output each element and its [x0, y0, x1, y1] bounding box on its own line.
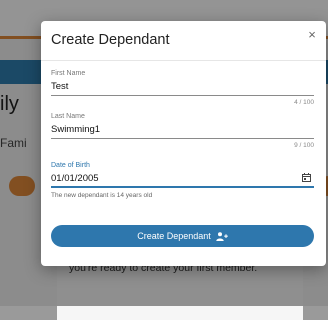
last-name-input[interactable] — [51, 122, 314, 139]
last-name-label: Last Name — [51, 113, 85, 120]
date-of-birth-field: Date of Birth — [51, 161, 314, 188]
last-name-counter: 9 / 100 — [294, 142, 314, 149]
create-dependant-button[interactable]: Create Dependant — [51, 225, 314, 247]
create-dependant-dialog: Create Dependant × First Name 4 / 100 La… — [41, 21, 326, 266]
first-name-input[interactable] — [51, 79, 314, 96]
first-name-counter: 4 / 100 — [294, 99, 314, 106]
date-of-birth-input[interactable] — [51, 171, 314, 188]
close-icon[interactable]: × — [305, 28, 319, 42]
calendar-icon[interactable] — [302, 173, 311, 182]
age-hint: The new dependant is 14 years old — [51, 192, 153, 199]
create-dependant-label: Create Dependant — [137, 231, 211, 241]
dialog-title: Create Dependant — [51, 32, 170, 48]
date-of-birth-label: Date of Birth — [51, 162, 90, 169]
last-name-field: Last Name 9 / 100 — [51, 112, 314, 149]
first-name-label: First Name — [51, 70, 86, 77]
first-name-field: First Name 4 / 100 — [51, 69, 314, 106]
add-user-icon — [216, 231, 228, 241]
title-divider — [41, 60, 326, 61]
